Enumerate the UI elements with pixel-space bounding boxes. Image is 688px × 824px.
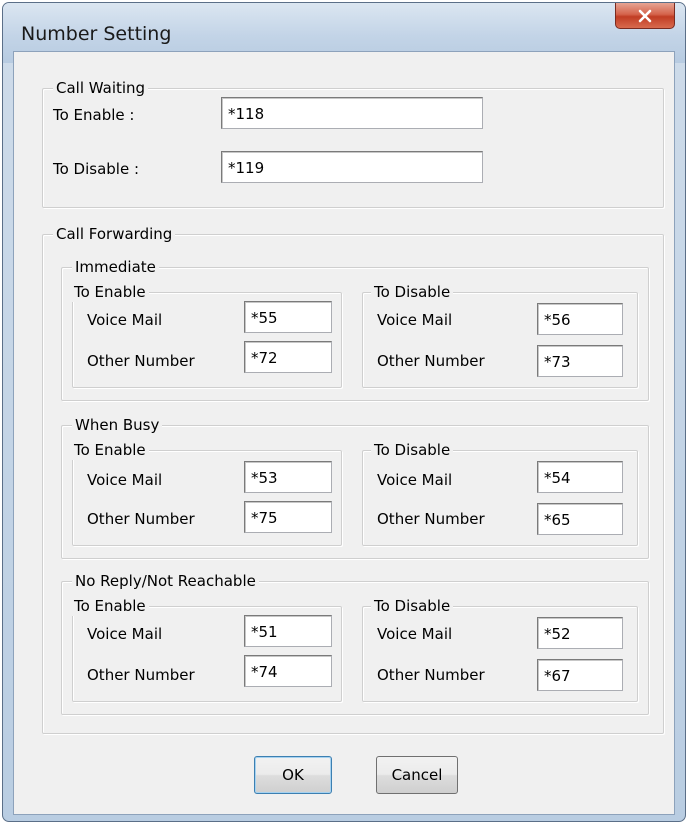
no-reply-group: No Reply/Not Reachable To Enable Voice M… [61,571,649,715]
busy-disable-other-number-input[interactable]: *65 [537,503,623,535]
no-reply-disable-voice-mail-input[interactable]: *52 [537,617,623,649]
busy-enable-group: To Enable Voice Mail *53 Other Number *7… [71,440,342,546]
immediate-enable-legend: To Enable [71,282,149,302]
call-forwarding-legend: Call Forwarding [53,224,176,244]
busy-disable-voice-mail-label: Voice Mail [377,471,453,489]
busy-enable-voice-mail-label: Voice Mail [87,471,163,489]
call-waiting-legend: Call Waiting [53,78,149,98]
immediate-group: Immediate To Enable Voice Mail *55 Other… [61,257,649,401]
immediate-disable-voice-mail-label: Voice Mail [377,311,453,329]
no-reply-enable-voice-mail-label: Voice Mail [87,625,163,643]
no-reply-enable-group: To Enable Voice Mail *51 Other Number *7… [71,596,342,702]
no-reply-disable-group: To Disable Voice Mail *52 Other Number *… [362,596,638,702]
busy-enable-legend: To Enable [71,440,149,460]
immediate-disable-voice-mail-input[interactable]: *56 [537,303,623,335]
no-reply-enable-legend: To Enable [71,596,149,616]
call-waiting-group: Call Waiting To Enable : *118 To Disable… [42,78,664,208]
immediate-enable-voice-mail-label: Voice Mail [87,311,163,329]
no-reply-disable-legend: To Disable [371,596,454,616]
no-reply-enable-other-number-label: Other Number [87,666,195,684]
immediate-disable-legend: To Disable [371,282,454,302]
dialog-body: Call Waiting To Enable : *118 To Disable… [13,51,675,815]
immediate-disable-other-number-input[interactable]: *73 [537,345,623,377]
busy-disable-legend: To Disable [371,440,454,460]
ok-button[interactable]: OK [254,756,332,794]
immediate-disable-other-number-label: Other Number [377,352,485,370]
call-forwarding-group: Call Forwarding Immediate To Enable Voic… [42,224,664,734]
no-reply-disable-other-number-label: Other Number [377,666,485,684]
call-waiting-disable-label: To Disable : [53,160,140,178]
busy-disable-other-number-label: Other Number [377,510,485,528]
when-busy-legend: When Busy [72,415,163,435]
call-waiting-disable-input[interactable]: *119 [221,151,483,183]
immediate-enable-other-number-input[interactable]: *72 [244,341,332,373]
cancel-button[interactable]: Cancel [376,756,458,794]
immediate-enable-voice-mail-input[interactable]: *55 [244,301,332,333]
no-reply-legend: No Reply/Not Reachable [72,571,259,591]
close-button[interactable] [615,3,675,29]
immediate-disable-group: To Disable Voice Mail *56 Other Number *… [362,282,638,388]
call-waiting-enable-label: To Enable : [53,106,135,124]
number-setting-dialog: Number Setting Call Waiting To Enable : … [2,2,686,822]
immediate-enable-group: To Enable Voice Mail *55 Other Number *7… [71,282,342,388]
busy-enable-voice-mail-input[interactable]: *53 [244,461,332,493]
no-reply-disable-other-number-input[interactable]: *67 [537,659,623,691]
busy-disable-group: To Disable Voice Mail *54 Other Number *… [362,440,638,546]
window-title: Number Setting [21,23,172,45]
busy-enable-other-number-label: Other Number [87,510,195,528]
no-reply-enable-other-number-input[interactable]: *74 [244,655,332,687]
close-icon [638,9,652,22]
call-waiting-enable-input[interactable]: *118 [221,97,483,129]
when-busy-group: When Busy To Enable Voice Mail *53 Other… [61,415,649,559]
no-reply-disable-voice-mail-label: Voice Mail [377,625,453,643]
no-reply-enable-voice-mail-input[interactable]: *51 [244,615,332,647]
immediate-legend: Immediate [72,257,159,277]
busy-disable-voice-mail-input[interactable]: *54 [537,461,623,493]
immediate-enable-other-number-label: Other Number [87,352,195,370]
busy-enable-other-number-input[interactable]: *75 [244,501,332,533]
